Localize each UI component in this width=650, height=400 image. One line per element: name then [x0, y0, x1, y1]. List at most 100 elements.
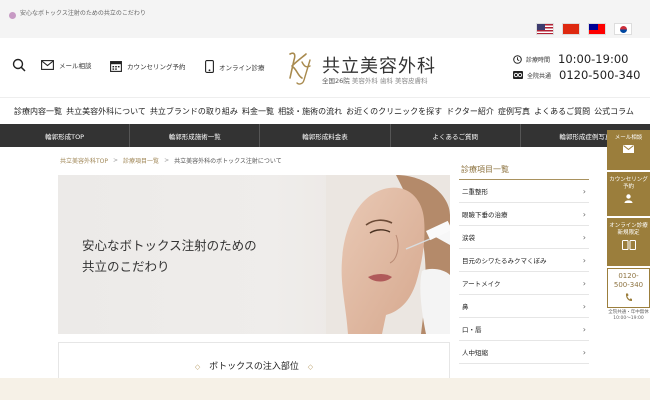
online-consult-link[interactable]: オンライン診療	[205, 60, 265, 73]
hero-banner: 安心なボトックス注射のための 共立のこだわり	[58, 175, 450, 334]
contour-sub-navigation: 輪郭形成TOP 輪郭形成施術一覧 輪郭形成料金表 よくあるご質問 輪郭形成症例写…	[0, 124, 650, 147]
breadcrumb-separator: >	[113, 157, 119, 164]
phone-number-link[interactable]: 全院共通 0120-500-340	[513, 68, 640, 82]
float-online-label-2: 新規限定	[617, 230, 640, 236]
breadcrumb-treatments[interactable]: 診療項目一覧	[123, 156, 159, 165]
chevron-right-icon: ›	[582, 278, 586, 288]
notice-text: 安心なボトックス注射のための共立のこだわり	[20, 10, 146, 17]
dept-cosmetic-surgery: 美容外科	[351, 77, 378, 85]
china-flag-icon[interactable]	[562, 23, 580, 35]
sidebar-item-tear-bags[interactable]: 涙袋 ›	[459, 226, 589, 249]
sidebar-item-label: 鼻	[462, 303, 469, 311]
taiwan-flag-icon[interactable]	[588, 23, 606, 35]
sidebar-item-label: 口・唇	[462, 326, 482, 334]
float-counseling-button[interactable]: カウンセリング 予約	[607, 172, 650, 216]
sidebar-item-eye-wrinkles[interactable]: 目元のシワたるみクマくぼみ ›	[459, 249, 589, 272]
clinic-hours: 診療時間 10:00-19:00	[513, 52, 628, 66]
nav-doctors[interactable]: ドクター紹介	[446, 106, 494, 117]
nav-consultation-flow[interactable]: 相談・施術の流れ	[278, 106, 342, 117]
section-heading: ◇ ボトックスの注入部位 ◇	[59, 359, 449, 372]
chevron-right-icon: ›	[582, 324, 586, 334]
phone-value: 0120-500-340	[559, 68, 641, 82]
person-icon	[624, 194, 633, 203]
logo-subtitle: 全国26院 美容外科 歯科 美容皮膚科	[322, 75, 428, 85]
float-mail-label: メール相談	[614, 135, 643, 141]
sidebar-item-ptosis[interactable]: 眼瞼下垂の治療 ›	[459, 203, 589, 226]
language-flags	[536, 23, 632, 35]
phone-label: 全院共通	[527, 72, 552, 80]
sidebar-item-label: アートメイク	[462, 280, 501, 288]
sidebar-item-nose[interactable]: 鼻 ›	[459, 295, 589, 318]
breadcrumb: 共立美容外科TOP > 診療項目一覧 > 共立美容外科のボトックス注射について	[60, 156, 282, 165]
notice-dot-icon	[9, 12, 16, 19]
mail-consult-link[interactable]: メール相談	[41, 60, 92, 70]
sidebar-item-philtrum[interactable]: 人中短縮 ›	[459, 341, 589, 364]
dept-dental: 歯科	[379, 77, 393, 85]
float-counseling-label: カウンセリング	[609, 177, 648, 183]
treatment-sidebar: 診療項目一覧 二重整形 › 眼瞼下垂の治療 › 涙袋 › 目元のシワたるみクマくぼみ ›…	[459, 160, 589, 364]
mail-consult-label: メール相談	[59, 62, 92, 70]
smartphone-icon	[205, 60, 214, 73]
ky-monogram-icon	[289, 52, 311, 85]
nav-faq[interactable]: よくあるご質問	[534, 106, 590, 117]
bottom-edge-strip	[0, 378, 650, 400]
floating-cta-bar: メール相談 カウンセリング 予約 オンライン診療 新規限定 0120- 500-…	[607, 130, 650, 322]
dept-dermatology: 美容皮膚科	[395, 77, 428, 85]
mail-icon	[41, 60, 54, 70]
sidebar-item-label: 眼瞼下垂の治療	[462, 211, 508, 219]
breadcrumb-current: 共立美容外科のボトックス注射について	[174, 158, 282, 165]
nav-official-column[interactable]: 公式コラム	[594, 106, 634, 117]
float-counseling-label-2: 予約	[622, 184, 634, 190]
sidebar-heading: 診療項目一覧	[459, 160, 589, 180]
sidebar-item-label: 人中短縮	[462, 349, 488, 357]
chevron-right-icon: ›	[582, 301, 586, 311]
nav-price-list[interactable]: 料金一覧	[242, 106, 274, 117]
hours-value: 10:00-19:00	[558, 52, 629, 66]
float-online-label: オンライン診療	[609, 223, 648, 229]
sidebar-item-label: 目元のシワたるみクマくぼみ	[462, 257, 547, 265]
counseling-reserve-link[interactable]: カウンセリング予約	[110, 60, 186, 72]
float-phone-button[interactable]: 0120- 500-340	[607, 268, 650, 308]
nav-brand-initiatives[interactable]: 共立ブランドの取り組み	[150, 106, 238, 117]
clock-icon	[513, 54, 522, 64]
subnav-contour-prices[interactable]: 輪郭形成料金表	[260, 124, 391, 147]
smartphone-icon	[621, 240, 636, 250]
site-logo[interactable]: 共立美容外科 全国26院 美容外科 歯科 美容皮膚科	[284, 46, 454, 90]
chevron-right-icon: ›	[582, 347, 586, 357]
float-phone-number-1: 0120-	[618, 272, 639, 280]
us-flag-icon[interactable]	[536, 23, 554, 35]
float-phone-number-2: 500-340	[613, 281, 644, 289]
top-notice-bar: 安心なボトックス注射のための共立のこだわり	[0, 0, 650, 38]
search-icon[interactable]	[12, 58, 26, 72]
subnav-faq[interactable]: よくあるご質問	[391, 124, 521, 147]
subnav-contour-procedures[interactable]: 輪郭形成施術一覧	[130, 124, 261, 147]
phone-icon	[625, 293, 632, 302]
breadcrumb-home[interactable]: 共立美容外科TOP	[60, 156, 108, 165]
branch-count: 全国26院	[322, 77, 350, 85]
ornament-icon: ◇	[307, 363, 314, 371]
online-consult-label: オンライン診療	[219, 63, 265, 72]
nav-treatment-list[interactable]: 診療内容一覧	[14, 106, 62, 117]
nav-case-photos[interactable]: 症例写真	[498, 106, 530, 117]
float-mail-button[interactable]: メール相談	[607, 130, 650, 170]
korea-flag-icon[interactable]	[614, 23, 632, 35]
section-title: ボトックスの注入部位	[209, 362, 299, 372]
float-online-button[interactable]: オンライン診療 新規限定	[607, 218, 650, 266]
sidebar-item-label: 二重整形	[462, 188, 488, 196]
sidebar-item-mouth-lips[interactable]: 口・唇 ›	[459, 318, 589, 341]
chevron-right-icon: ›	[582, 255, 586, 265]
chevron-right-icon: ›	[582, 232, 586, 242]
chevron-right-icon: ›	[582, 209, 586, 219]
site-header: メール相談 カウンセリング予約 オンライン診療 共立美容外科 全国26院 美容外…	[0, 38, 650, 98]
ornament-icon: ◇	[194, 363, 201, 371]
hero-title-line1: 安心なボトックス注射のための	[82, 238, 257, 253]
calendar-icon	[110, 61, 122, 72]
nav-about[interactable]: 共立美容外科について	[66, 106, 146, 117]
sidebar-item-double-eyelid[interactable]: 二重整形 ›	[459, 180, 589, 203]
hero-title: 安心なボトックス注射のための 共立のこだわり	[82, 235, 257, 277]
mail-icon	[623, 145, 634, 153]
sidebar-item-art-make[interactable]: アートメイク ›	[459, 272, 589, 295]
nav-find-clinic[interactable]: お近くのクリニックを探す	[346, 106, 442, 117]
float-phone-note: 全院共通・年中無休 10:00〜19:00	[607, 310, 650, 322]
subnav-contour-top[interactable]: 輪郭形成TOP	[0, 124, 131, 147]
